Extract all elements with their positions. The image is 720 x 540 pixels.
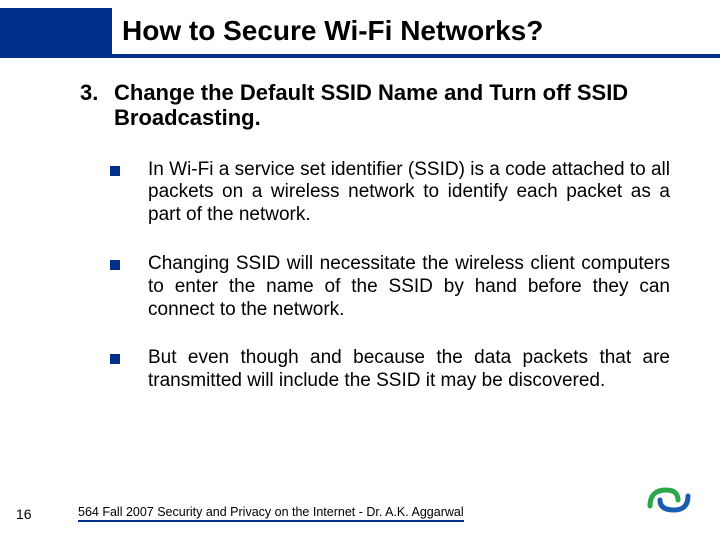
bullet-text: Changing SSID will necessitate the wirel…	[148, 253, 680, 321]
header-band: How to Secure Wi-Fi Networks?	[0, 8, 720, 54]
slide-title: How to Secure Wi-Fi Networks?	[112, 8, 720, 54]
header-accent-block	[0, 8, 112, 54]
bullet-text: But even though and because the data pac…	[148, 347, 680, 393]
square-bullet-icon	[110, 354, 120, 364]
list-item: Changing SSID will necessitate the wirel…	[110, 253, 680, 321]
bullet-list: In Wi-Fi a service set identifier (SSID)…	[80, 159, 680, 393]
logo-icon	[644, 482, 692, 516]
header-underline	[0, 54, 720, 58]
square-bullet-icon	[110, 260, 120, 270]
subtitle-number: 3.	[80, 80, 114, 131]
square-bullet-icon	[110, 166, 120, 176]
footer-text: 564 Fall 2007 Security and Privacy on th…	[78, 505, 464, 522]
list-item: In Wi-Fi a service set identifier (SSID)…	[110, 159, 680, 227]
list-item: But even though and because the data pac…	[110, 347, 680, 393]
subtitle: 3. Change the Default SSID Name and Turn…	[80, 80, 680, 131]
bullet-text: In Wi-Fi a service set identifier (SSID)…	[148, 159, 680, 227]
content-area: 3. Change the Default SSID Name and Turn…	[80, 80, 680, 419]
subtitle-text: Change the Default SSID Name and Turn of…	[114, 80, 680, 131]
page-number: 16	[16, 506, 32, 522]
